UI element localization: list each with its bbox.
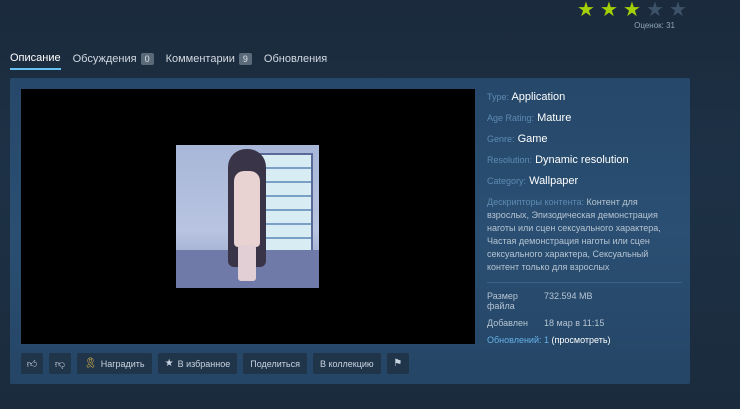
comments-count-badge: 9 bbox=[238, 53, 252, 65]
star-empty-icon: ★ bbox=[669, 0, 687, 21]
tab-bar: Описание Обсуждения 0 Комментарии 9 Обно… bbox=[10, 52, 327, 70]
divider bbox=[487, 282, 682, 283]
award-ribbon-icon: 🎗︎ bbox=[84, 358, 97, 369]
item-panel: Type: Application Age Rating: Mature Gen… bbox=[10, 78, 690, 384]
age-rating-row: Age Rating: Mature bbox=[487, 112, 572, 124]
resolution-row: Resolution: Dynamic resolution bbox=[487, 154, 629, 166]
favorite-button[interactable]: ★ В избранное bbox=[157, 353, 238, 374]
report-flag-button[interactable]: ⚑ bbox=[386, 353, 409, 374]
file-size-row: Размер файла 732.594 MB bbox=[487, 291, 593, 311]
star-filled-icon: ★ bbox=[600, 0, 618, 21]
share-button[interactable]: Поделиться bbox=[243, 353, 307, 374]
figure-body-drawing bbox=[234, 171, 260, 247]
star-filled-icon: ★ bbox=[577, 0, 595, 21]
thumbs-down-icon: 👎︎ bbox=[54, 358, 66, 370]
thumbs-up-icon: 👍︎ bbox=[26, 358, 38, 370]
star-filled-icon: ★ bbox=[623, 0, 641, 21]
preview-area[interactable] bbox=[21, 89, 475, 344]
action-bar: 👍︎ 👎︎ 🎗︎ Наградить ★ В избранное Поделит… bbox=[21, 353, 409, 374]
category-row: Category: Wallpaper bbox=[487, 175, 579, 187]
content-descriptors: Дескрипторы контента: Контент для взросл… bbox=[487, 197, 661, 272]
genre-row: Genre: Game bbox=[487, 133, 548, 145]
star-empty-icon: ★ bbox=[646, 0, 664, 21]
star-icon: ★ bbox=[164, 358, 174, 369]
tab-comments[interactable]: Комментарии 9 bbox=[166, 53, 252, 69]
updates-row: Обновлений: 1 (просмотреть) bbox=[487, 335, 611, 345]
award-button[interactable]: 🎗︎ Наградить bbox=[77, 353, 152, 374]
view-updates-link[interactable]: (просмотреть) bbox=[552, 335, 611, 345]
tab-discussions[interactable]: Обсуждения 0 bbox=[73, 53, 154, 69]
tab-updates[interactable]: Обновления bbox=[264, 53, 327, 69]
discussions-count-badge: 0 bbox=[140, 53, 154, 65]
thumbs-down-button[interactable]: 👎︎ bbox=[49, 353, 71, 374]
type-row: Type: Application bbox=[487, 91, 566, 103]
rating-stars: ★ ★ ★ ★ ★ bbox=[576, 0, 688, 21]
rating-count: Оценок: 31 bbox=[634, 21, 675, 30]
added-date-row: Добавлен 18 мар в 11:15 bbox=[487, 318, 605, 328]
thumbs-up-button[interactable]: 👍︎ bbox=[21, 353, 43, 374]
preview-image bbox=[176, 145, 319, 288]
tab-description[interactable]: Описание bbox=[10, 52, 61, 70]
details-column: Type: Application Age Rating: Mature Gen… bbox=[487, 91, 682, 345]
figure-legs-drawing bbox=[238, 245, 256, 281]
flag-icon: ⚑ bbox=[393, 358, 403, 369]
add-to-collection-button[interactable]: В коллекцию bbox=[312, 353, 381, 374]
